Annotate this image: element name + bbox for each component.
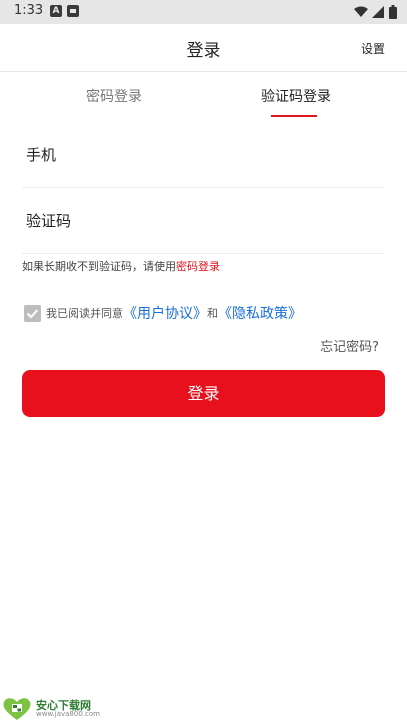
verification-code-input[interactable]: [26, 212, 366, 230]
phone-field: [22, 122, 385, 188]
watermark: 安心下载网 www.java800.com: [2, 696, 100, 722]
agreement-and: 和: [207, 307, 218, 320]
agreement-checkbox[interactable]: [24, 304, 41, 322]
battery-icon: [389, 5, 397, 19]
hint-text: 如果长期收不到验证码，请使用: [22, 260, 176, 273]
phone-input[interactable]: [26, 146, 366, 164]
tab-password-login[interactable]: 密码登录: [86, 86, 142, 106]
code-hint: 如果长期收不到验证码，请使用密码登录: [22, 258, 220, 274]
code-field: [22, 188, 385, 254]
settings-button[interactable]: 设置: [361, 40, 385, 57]
login-tabs: 密码登录 验证码登录: [0, 73, 407, 121]
privacy-policy-link[interactable]: 《隐私政策》: [218, 303, 302, 323]
status-bar: 1:33 A: [0, 0, 407, 24]
message-notification-icon: [67, 5, 79, 17]
status-icons: [354, 4, 397, 20]
header: 登录 设置: [0, 24, 407, 72]
login-button[interactable]: 登录: [22, 370, 385, 417]
wifi-icon: [354, 6, 368, 17]
tab-code-login[interactable]: 验证码登录: [261, 86, 331, 106]
signal-icon: [372, 6, 384, 18]
checkmark-icon: [26, 308, 39, 318]
heart-logo-icon: [3, 698, 31, 720]
status-time: 1:33: [14, 3, 44, 18]
page-title: 登录: [186, 41, 221, 61]
forgot-password-link[interactable]: 忘记密码?: [320, 336, 379, 355]
active-tab-indicator: [271, 115, 317, 117]
user-agreement-link[interactable]: 《用户协议》: [123, 303, 207, 323]
agreement-row: 我已阅读并同意 《用户协议》 和 《隐私政策》: [24, 304, 302, 322]
watermark-url: www.java800.com: [36, 710, 100, 719]
a-notification-icon: A: [50, 5, 62, 17]
password-login-link[interactable]: 密码登录: [176, 260, 220, 273]
agreement-prefix: 我已阅读并同意: [46, 307, 123, 320]
